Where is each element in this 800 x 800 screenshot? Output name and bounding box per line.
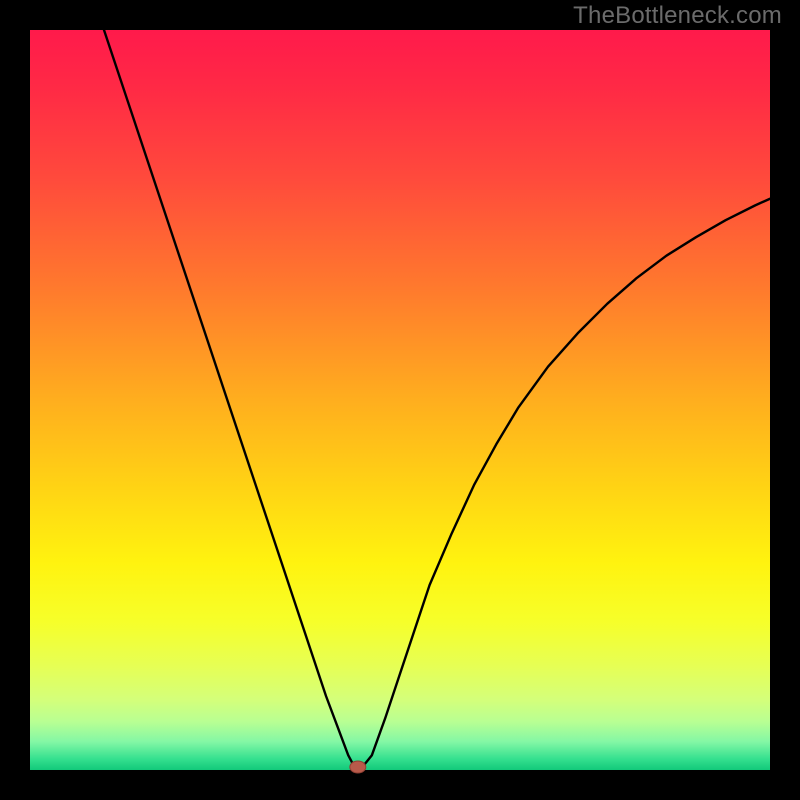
bottleneck-chart	[0, 0, 800, 800]
optimal-point-marker	[350, 761, 366, 773]
chart-container: TheBottleneck.com	[0, 0, 800, 800]
watermark-text: TheBottleneck.com	[573, 2, 782, 30]
